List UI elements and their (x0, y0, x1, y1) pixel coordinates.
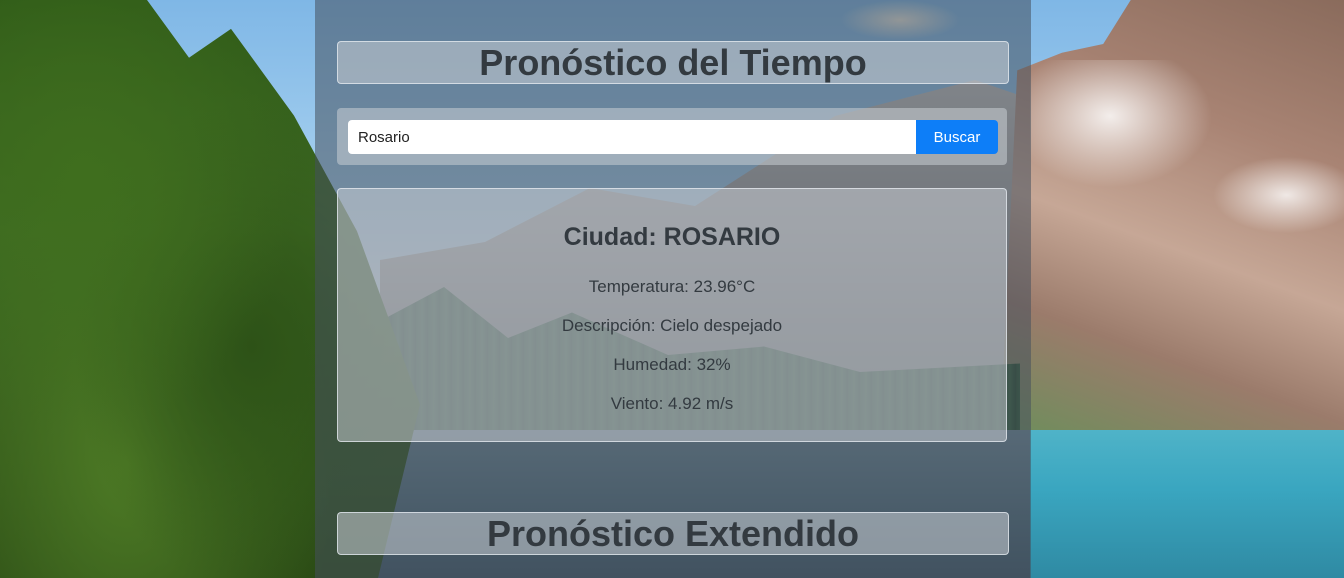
temperature-text: Temperatura: 23.96°C (588, 277, 756, 296)
humidity-text: Humedad: 32% (613, 355, 731, 374)
extended-forecast-title-box: Pronóstico Extendido (337, 512, 1009, 555)
description-text: Descripción: Cielo despejado (561, 316, 783, 335)
current-weather-card: Ciudad: ROSARIO Temperatura: 23.96°C Des… (337, 188, 1007, 442)
city-search-input[interactable] (348, 120, 916, 154)
snow-patch (1200, 150, 1344, 240)
page-title-box: Pronóstico del Tiempo (337, 41, 1009, 84)
extended-forecast-title: Pronóstico Extendido (486, 512, 860, 554)
city-heading: Ciudad: ROSARIO (563, 223, 781, 251)
search-button[interactable]: Buscar (916, 120, 998, 154)
wind-text: Viento: 4.92 m/s (610, 394, 734, 413)
search-panel: Buscar (337, 108, 1007, 165)
page-title: Pronóstico del Tiempo (479, 41, 867, 83)
